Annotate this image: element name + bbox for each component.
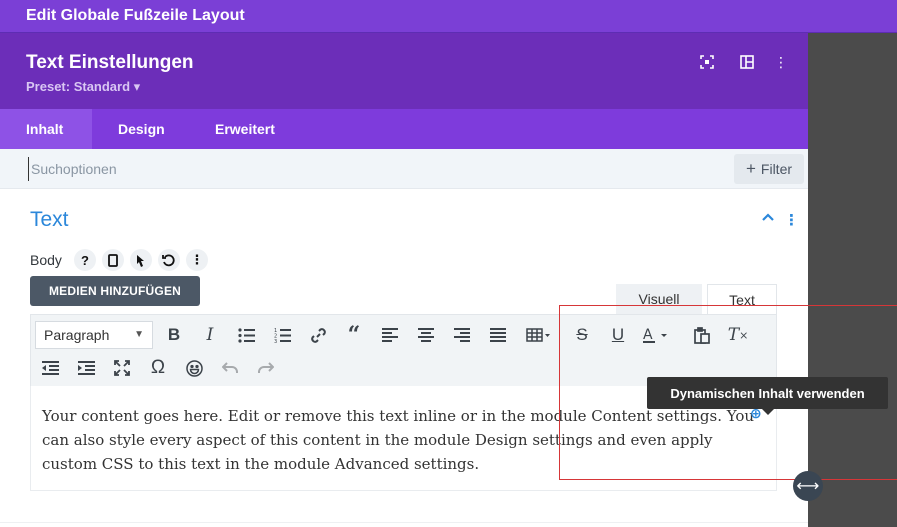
indent-icon[interactable] bbox=[72, 354, 100, 382]
special-character-icon[interactable]: Ω bbox=[144, 354, 172, 382]
window-title-bar: Edit Globale Fußzeile Layout bbox=[0, 0, 897, 33]
text-color-icon[interactable]: A bbox=[638, 321, 674, 349]
outdent-icon[interactable] bbox=[36, 354, 64, 382]
chevron-down-icon: ▼ bbox=[134, 329, 144, 340]
chevron-up-icon[interactable] bbox=[762, 211, 774, 229]
align-right-icon[interactable] bbox=[448, 321, 476, 349]
bullet-list-icon[interactable] bbox=[232, 321, 260, 349]
align-center-icon[interactable] bbox=[412, 321, 440, 349]
filter-button[interactable]: + Filter bbox=[734, 154, 804, 184]
underline-icon[interactable]: U bbox=[604, 321, 632, 349]
layout-icon[interactable] bbox=[737, 52, 757, 72]
section-divider bbox=[0, 522, 808, 523]
resize-handle-icon[interactable]: ⟷ bbox=[793, 471, 823, 501]
search-input[interactable] bbox=[28, 157, 628, 181]
responsive-icon[interactable] bbox=[101, 249, 124, 271]
link-icon[interactable] bbox=[304, 321, 332, 349]
window-title: Edit Globale Fußzeile Layout bbox=[26, 7, 245, 24]
tab-text-editor[interactable]: Text bbox=[707, 284, 777, 314]
svg-text:A: A bbox=[643, 327, 653, 343]
help-icon[interactable]: ? bbox=[73, 249, 96, 271]
focus-icon[interactable] bbox=[697, 52, 717, 72]
filter-label: Filter bbox=[760, 161, 793, 177]
settings-tabs: Inhalt Design Erweitert bbox=[0, 109, 808, 149]
plus-icon: + bbox=[745, 159, 756, 178]
bold-icon[interactable]: B bbox=[160, 321, 188, 349]
body-label: Body bbox=[30, 252, 62, 268]
builder-canvas-edge bbox=[808, 33, 897, 527]
redo-icon[interactable] bbox=[252, 354, 280, 382]
strikethrough-icon[interactable]: S bbox=[568, 321, 596, 349]
text-section: Text ⋮ Body ? ⋮ MEDIEN HINZUFÜGEN Visuel… bbox=[0, 189, 808, 527]
svg-text:3: 3 bbox=[274, 339, 277, 343]
format-select-value: Paragraph bbox=[44, 327, 110, 343]
add-media-button[interactable]: MEDIEN HINZUFÜGEN bbox=[30, 276, 200, 306]
field-more-icon[interactable]: ⋮ bbox=[185, 249, 208, 271]
section-title[interactable]: Text bbox=[30, 208, 69, 232]
fullscreen-icon[interactable] bbox=[108, 354, 136, 382]
paste-text-icon[interactable] bbox=[688, 321, 716, 349]
numbered-list-icon[interactable]: 123 bbox=[268, 321, 296, 349]
tooltip: Dynamischen Inhalt verwenden bbox=[647, 377, 888, 415]
preset-dropdown[interactable]: Preset: Standard ▾ bbox=[26, 79, 140, 95]
tab-erweitert[interactable]: Erweitert bbox=[189, 109, 301, 149]
tab-visual-editor[interactable]: Visuell bbox=[616, 284, 702, 314]
tab-inhalt[interactable]: Inhalt bbox=[0, 109, 92, 149]
blockquote-icon[interactable]: “ bbox=[340, 321, 368, 349]
italic-icon[interactable]: I bbox=[196, 321, 224, 349]
hover-cursor-icon[interactable] bbox=[129, 249, 152, 271]
tab-design[interactable]: Design bbox=[92, 109, 191, 149]
emoji-icon[interactable] bbox=[180, 354, 208, 382]
align-left-icon[interactable] bbox=[376, 321, 404, 349]
table-icon[interactable] bbox=[520, 321, 556, 349]
clear-formatting-icon[interactable]: T × bbox=[724, 321, 752, 349]
search-bar: + Filter bbox=[0, 149, 808, 189]
undo-icon[interactable] bbox=[216, 354, 244, 382]
format-select[interactable]: Paragraph ▼ bbox=[35, 321, 153, 349]
editor-toolbar: Paragraph ▼ B I 123 “ S U A T × Ω bbox=[30, 314, 777, 386]
section-more-icon[interactable]: ⋮ bbox=[784, 211, 799, 229]
body-field-header: Body ? ⋮ bbox=[30, 249, 208, 271]
more-icon[interactable]: ⋮ bbox=[771, 52, 791, 72]
settings-title: Text Einstellungen bbox=[26, 52, 194, 73]
justify-icon[interactable] bbox=[484, 321, 512, 349]
settings-header: Text Einstellungen Preset: Standard ▾ ⋮ bbox=[0, 33, 808, 109]
reset-icon[interactable] bbox=[157, 249, 180, 271]
